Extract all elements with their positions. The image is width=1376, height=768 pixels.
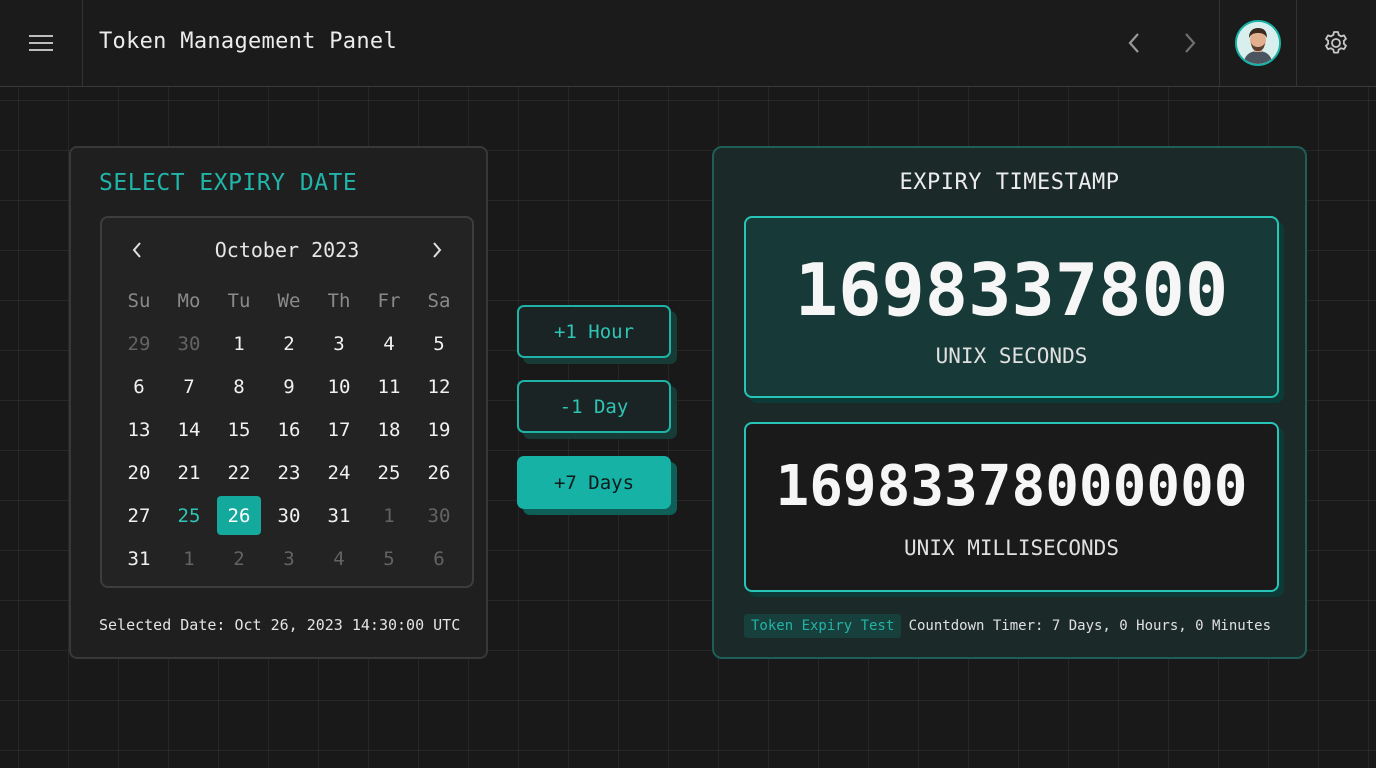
app-title: Token Management Panel (99, 29, 397, 54)
calendar-day[interactable]: 2 (214, 537, 264, 580)
weekday-header: Sa (427, 289, 451, 312)
menu-button[interactable] (0, 0, 83, 86)
subtract-one-day-button[interactable]: -1 Day (517, 380, 671, 433)
unix-milliseconds-box[interactable]: 16983378000000 UNIX MILLISECONDS (744, 422, 1279, 592)
forward-button[interactable] (1174, 27, 1206, 59)
unix-seconds-label: UNIX SECONDS (935, 344, 1088, 368)
calendar-day[interactable]: 30 (414, 494, 464, 537)
user-avatar-button[interactable] (1219, 0, 1297, 86)
expiry-date-panel: SELECT EXPIRY DATE October 2023 Su Mo Tu We… (69, 146, 488, 659)
calendar-day[interactable]: 23 (264, 451, 314, 494)
calendar-day[interactable]: 10 (314, 365, 364, 408)
calendar-day[interactable]: 24 (314, 451, 364, 494)
token-expiry-tag: Token Expiry Test (744, 614, 902, 638)
calendar-grid: Su Mo Tu We Th Fr Sa 29 30 1 2 3 4 5 6 7 8 9 10 11 12 13 14 15 1… (114, 279, 464, 580)
calendar-day[interactable]: 25 (164, 494, 214, 537)
calendar-day[interactable]: 6 (414, 537, 464, 580)
calendar-day[interactable]: 16 (264, 408, 314, 451)
calendar-day[interactable]: 3 (314, 322, 364, 365)
calendar-day[interactable]: 30 (264, 494, 314, 537)
calendar-month-label: October 2023 (214, 238, 360, 262)
gear-icon (1325, 31, 1347, 54)
calendar-day[interactable]: 20 (114, 451, 164, 494)
calendar-day[interactable]: 8 (214, 365, 264, 408)
weekday-header: Mo (177, 289, 201, 312)
calendar-day[interactable]: 5 (364, 537, 414, 580)
hamburger-menu-icon (29, 35, 53, 51)
add-one-hour-button[interactable]: +1 Hour (517, 305, 671, 358)
calendar-day[interactable]: 31 (314, 494, 364, 537)
weekday-header: Fr (377, 289, 401, 312)
calendar-day[interactable]: 4 (364, 322, 414, 365)
unix-milliseconds-value: 16983378000000 (775, 454, 1248, 519)
calendar-day[interactable]: 13 (114, 408, 164, 451)
calendar-day[interactable]: 27 (114, 494, 164, 537)
calendar-day[interactable]: 21 (164, 451, 214, 494)
calendar-day[interactable]: 5 (414, 322, 464, 365)
chevron-right-icon (1185, 33, 1196, 53)
chevron-right-icon (433, 242, 442, 258)
date-panel-title: SELECT EXPIRY DATE (99, 170, 358, 196)
calendar-day[interactable]: 26 (414, 451, 464, 494)
calendar-day[interactable]: 4 (314, 537, 364, 580)
calendar-day[interactable]: 9 (264, 365, 314, 408)
top-bar: Token Management Panel (0, 0, 1376, 87)
calendar-day[interactable]: 15 (214, 408, 264, 451)
next-month-button[interactable] (423, 236, 451, 264)
calendar: October 2023 Su Mo Tu We Th Fr Sa 29 30 1 2 3 4 5 6 7 8 9… (100, 216, 474, 588)
calendar-day[interactable]: 22 (214, 451, 264, 494)
unix-milliseconds-label: UNIX MILLISECONDS (904, 536, 1119, 560)
weekday-header: We (277, 289, 301, 312)
calendar-day[interactable]: 1 (214, 322, 264, 365)
calendar-day-selected[interactable]: 26 (217, 496, 261, 535)
weekday-header: Th (327, 289, 351, 312)
weekday-header: Tu (227, 289, 251, 312)
calendar-day[interactable]: 6 (114, 365, 164, 408)
add-seven-days-button[interactable]: +7 Days (517, 456, 671, 509)
unix-seconds-box[interactable]: 1698337800 UNIX SECONDS (744, 216, 1279, 398)
expiry-timestamp-panel: EXPIRY TIMESTAMP 1698337800 UNIX SECONDS… (712, 146, 1307, 659)
calendar-day[interactable]: 1 (164, 537, 214, 580)
calendar-day[interactable]: 14 (164, 408, 214, 451)
calendar-day[interactable]: 11 (364, 365, 414, 408)
unix-seconds-value: 1698337800 (794, 248, 1229, 332)
calendar-day[interactable]: 18 (364, 408, 414, 451)
avatar (1235, 20, 1281, 66)
timestamp-panel-title: EXPIRY TIMESTAMP (899, 170, 1120, 195)
chevron-left-icon (1128, 33, 1139, 53)
calendar-day[interactable]: 25 (364, 451, 414, 494)
calendar-day[interactable]: 7 (164, 365, 214, 408)
settings-button[interactable] (1296, 0, 1376, 86)
calendar-day[interactable]: 2 (264, 322, 314, 365)
calendar-day[interactable]: 19 (414, 408, 464, 451)
calendar-day[interactable]: 12 (414, 365, 464, 408)
calendar-day[interactable]: 3 (264, 537, 314, 580)
countdown-timer: Countdown Timer: 7 Days, 0 Hours, 0 Minu… (908, 618, 1271, 634)
calendar-day[interactable]: 31 (114, 537, 164, 580)
calendar-day[interactable]: 17 (314, 408, 364, 451)
weekday-header: Su (127, 289, 151, 312)
calendar-day[interactable]: 30 (164, 322, 214, 365)
back-button[interactable] (1118, 27, 1150, 59)
calendar-day[interactable]: 29 (114, 322, 164, 365)
calendar-day[interactable]: 1 (364, 494, 414, 537)
selected-date-text: Selected Date: Oct 26, 2023 14:30:00 UTC (99, 616, 461, 634)
